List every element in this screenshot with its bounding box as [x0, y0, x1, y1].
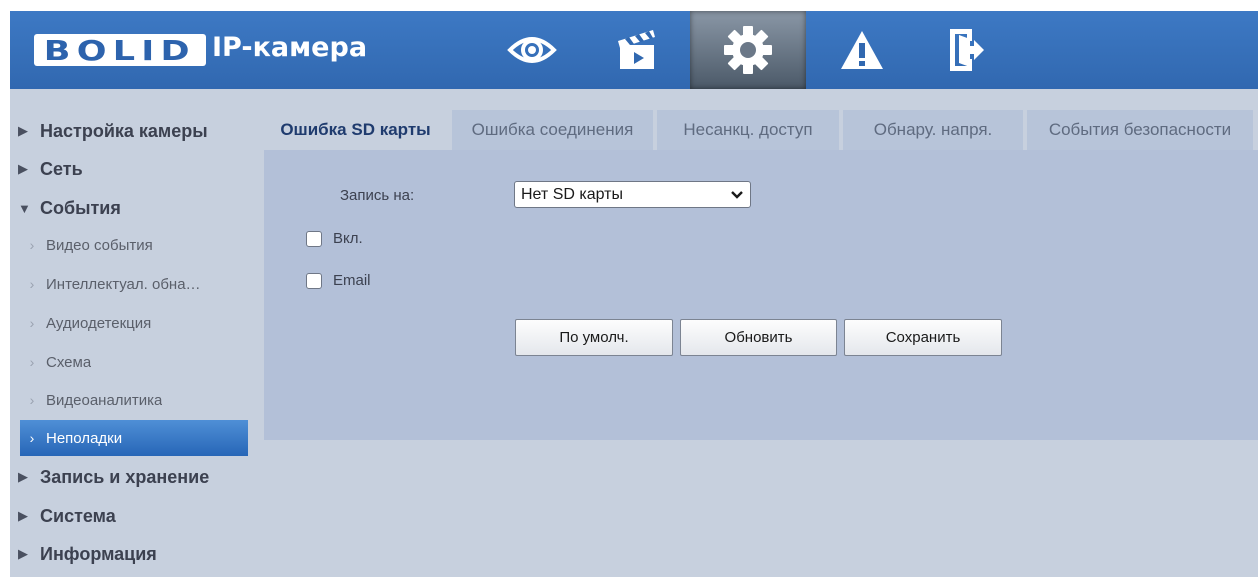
sidebar-subitem-video-events[interactable]: › Видео события: [20, 226, 248, 264]
top-header: BOLID IP-камера: [10, 11, 1258, 89]
sidebar-item-label: Информация: [40, 543, 157, 564]
default-button[interactable]: По умолч.: [515, 319, 673, 356]
app-title: IP-камера: [212, 32, 368, 63]
sidebar-subitem-label: Видеоаналитика: [46, 391, 163, 409]
triangle-down-icon: ▼: [18, 200, 31, 216]
settings-button[interactable]: [690, 11, 806, 89]
sidebar-item-label: Настройка камеры: [40, 120, 208, 141]
sidebar-item-record-storage[interactable]: ▶ Запись и хранение: [18, 458, 254, 496]
email-checkbox[interactable]: [306, 273, 322, 289]
sidebar-item-info[interactable]: ▶ Информация: [18, 535, 254, 573]
sidebar-subitem-audio-detection[interactable]: › Аудиодетекция: [20, 304, 248, 342]
triangle-right-icon: ▶: [18, 546, 28, 561]
chevron-down-icon: [731, 191, 743, 199]
sidebar-subitem-label: Видео события: [46, 236, 153, 254]
sidebar-item-label: Сеть: [40, 158, 83, 179]
triangle-right-icon: ▶: [18, 123, 28, 138]
exit-door-icon: [950, 29, 984, 71]
record-to-value: Нет SD карты: [521, 185, 623, 203]
triangle-right-icon: ▶: [18, 469, 28, 484]
logo-text: BOLID: [43, 33, 197, 67]
sidebar-item-camera-settings[interactable]: ▶ Настройка камеры: [18, 112, 254, 150]
save-button[interactable]: Сохранить: [844, 319, 1002, 356]
email-label: Email: [333, 272, 371, 289]
chevron-right-icon: ›: [29, 430, 35, 446]
live-view-button[interactable]: [474, 11, 590, 89]
tab-connection-error[interactable]: Ошибка соединения: [452, 110, 653, 150]
tab-unauthorized-access[interactable]: Несанкц. доступ: [657, 110, 839, 150]
bolid-logo: BOLID: [34, 33, 206, 67]
sidebar-item-events[interactable]: ▼ События: [18, 189, 254, 227]
chevron-right-icon: ›: [29, 315, 35, 331]
enable-checkbox[interactable]: [306, 231, 322, 247]
sidebar-subitem-intelligent-detection[interactable]: › Интеллектуал. обна…: [20, 265, 248, 303]
sidebar-item-system[interactable]: ▶ Система: [18, 497, 254, 535]
sidebar-item-label: События: [40, 197, 121, 218]
sidebar-subitem-label: Неполадки: [46, 429, 123, 447]
sidebar-subitem-faults[interactable]: › Неполадки: [20, 420, 248, 456]
sidebar-item-label: Запись и хранение: [40, 466, 210, 487]
sidebar-subitem-scheme[interactable]: › Схема: [20, 343, 248, 381]
triangle-right-icon: ▶: [18, 161, 28, 176]
tab-sd-card-error[interactable]: Ошибка SD карты: [263, 110, 448, 150]
tab-voltage-detection[interactable]: Обнару. напря.: [843, 110, 1023, 150]
tab-security-events[interactable]: События безопасности: [1027, 110, 1253, 150]
gear-icon: [724, 26, 772, 74]
triangle-right-icon: ▶: [18, 508, 28, 523]
chevron-right-icon: ›: [29, 237, 35, 253]
chevron-right-icon: ›: [29, 354, 35, 370]
sidebar-subitem-video-analytics[interactable]: › Видеоаналитика: [20, 381, 248, 419]
sidebar-item-network[interactable]: ▶ Сеть: [18, 150, 254, 188]
chevron-right-icon: ›: [29, 392, 35, 408]
logout-button[interactable]: [908, 11, 1024, 89]
sidebar-item-label: Система: [40, 505, 116, 526]
enable-label: Вкл.: [333, 230, 363, 247]
alarm-button[interactable]: [804, 11, 920, 89]
playback-button[interactable]: [580, 11, 696, 89]
record-to-select[interactable]: Нет SD карты: [514, 181, 751, 208]
eye-icon: [507, 37, 557, 63]
record-to-label: Запись на:: [340, 187, 415, 204]
sidebar-subitem-label: Аудиодетекция: [46, 314, 152, 332]
warning-icon: [841, 31, 883, 69]
sidebar-subitem-label: Схема: [46, 353, 92, 371]
refresh-button[interactable]: Обновить: [680, 319, 837, 356]
sidebar-subitem-label: Интеллектуал. обна…: [46, 275, 201, 293]
clapperboard-icon: [618, 30, 655, 69]
chevron-right-icon: ›: [29, 276, 35, 292]
